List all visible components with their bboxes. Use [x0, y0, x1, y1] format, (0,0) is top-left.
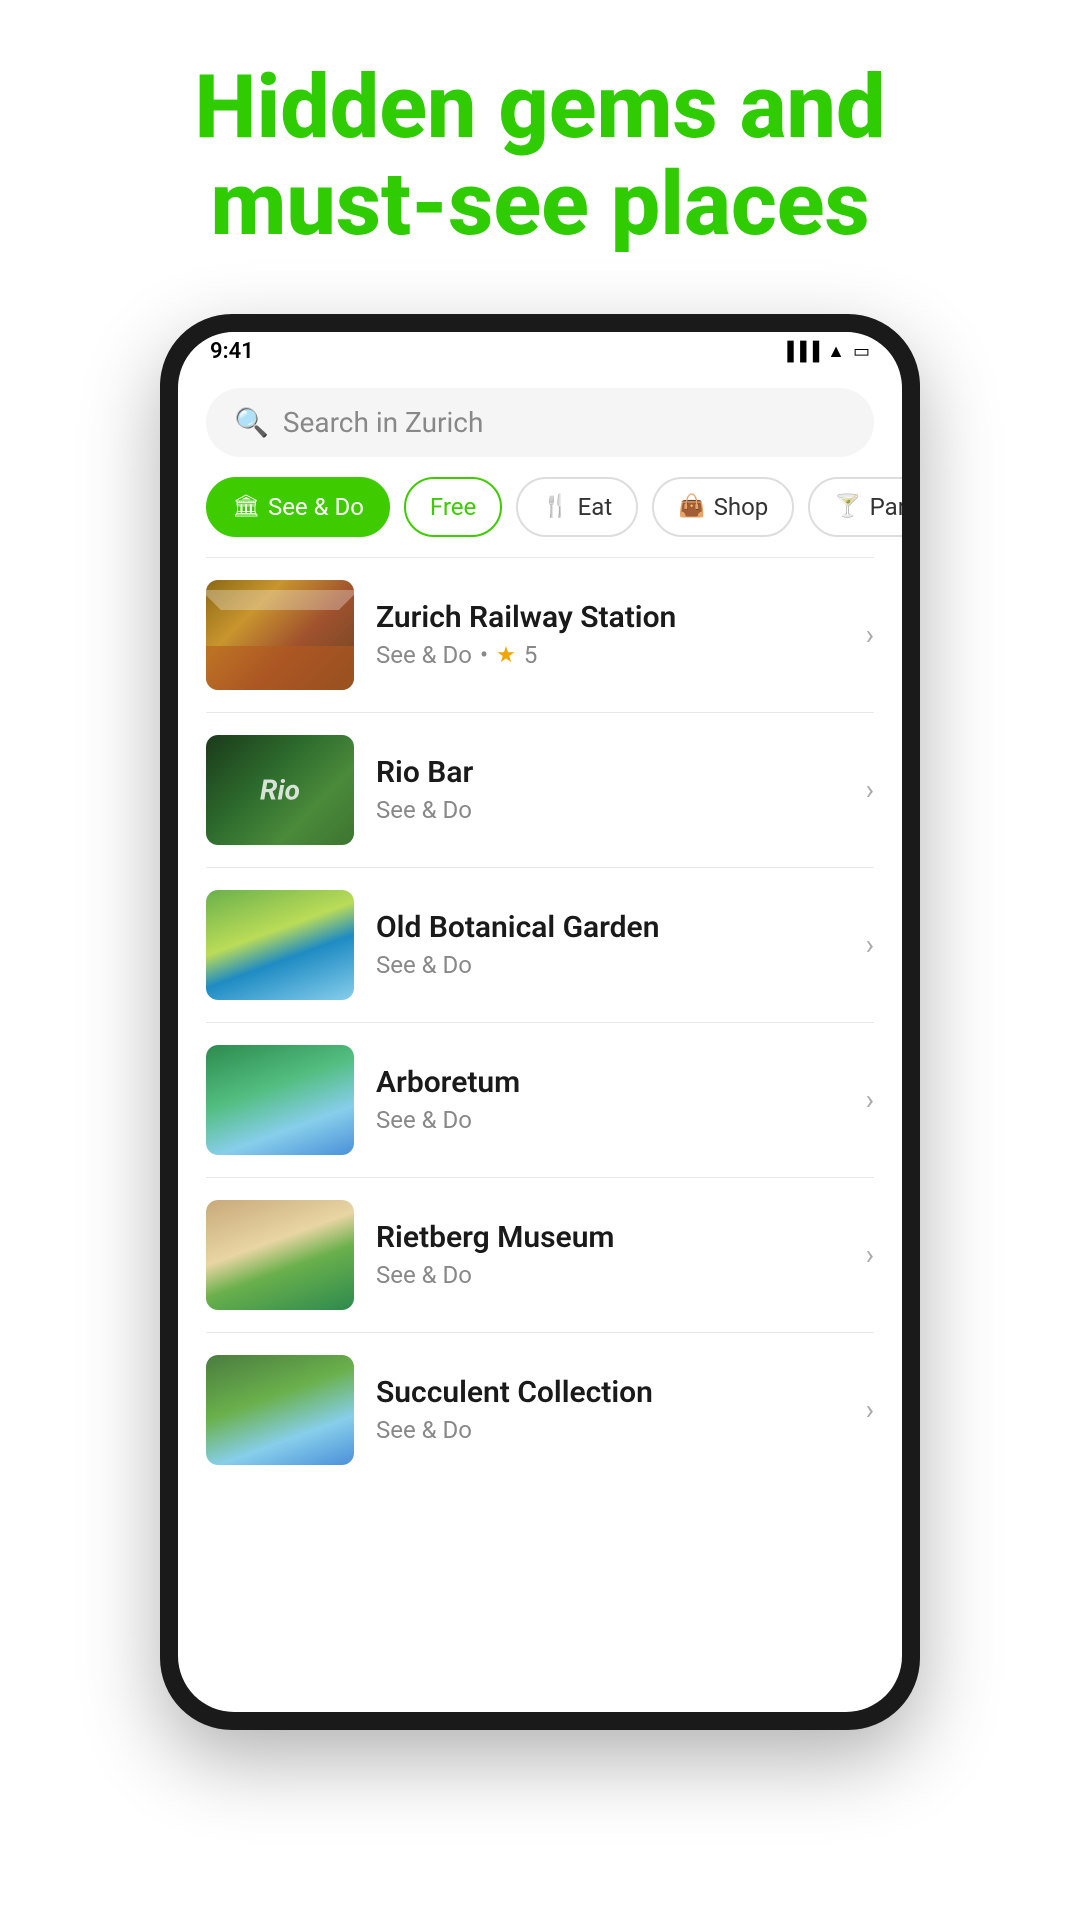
- item-thumbnail-zurich-railway: [206, 580, 354, 690]
- phone-wrapper: 9:41 ▐▐▐ ▲ ▭ 🔍 Search in Zurich 🏛 See &: [0, 294, 1080, 1790]
- filter-tab-see-do-label: See & Do: [268, 493, 364, 521]
- dot-separator: •: [480, 641, 488, 669]
- item-thumbnail-rietberg: [206, 1200, 354, 1310]
- chevron-right-icon: ›: [866, 1393, 874, 1426]
- thumb-image: [206, 580, 354, 690]
- item-rating: 5: [524, 641, 538, 669]
- item-info: Rietberg Museum See & Do: [376, 1220, 836, 1289]
- item-meta: See & Do: [376, 1106, 836, 1134]
- signal-icon: ▐▐▐: [781, 341, 819, 362]
- status-time: 9:41: [210, 339, 254, 364]
- list-item[interactable]: Arboretum See & Do ›: [178, 1023, 902, 1177]
- item-info: Succulent Collection See & Do: [376, 1375, 836, 1444]
- filter-tab-shop-label: Shop: [714, 493, 769, 521]
- list-item[interactable]: Rio Bar See & Do ›: [178, 713, 902, 867]
- item-category: See & Do: [376, 1261, 472, 1289]
- item-name: Zurich Railway Station: [376, 600, 836, 635]
- item-thumbnail-botanical: [206, 890, 354, 1000]
- item-thumbnail-arboretum: [206, 1045, 354, 1155]
- item-info: Arboretum See & Do: [376, 1065, 836, 1134]
- phone-screen: 9:41 ▐▐▐ ▲ ▭ 🔍 Search in Zurich 🏛 See &: [178, 332, 902, 1712]
- list-item[interactable]: Zurich Railway Station See & Do • ★ 5 ›: [178, 558, 902, 712]
- search-bar[interactable]: 🔍 Search in Zurich: [206, 388, 874, 457]
- status-bar: 9:41 ▐▐▐ ▲ ▭: [178, 332, 902, 372]
- thumb-image: [206, 1200, 354, 1310]
- item-name: Rio Bar: [376, 755, 836, 790]
- item-info: Old Botanical Garden See & Do: [376, 910, 836, 979]
- page-title: Hidden gems and must-see places: [80, 60, 1000, 254]
- shop-icon: 👜: [678, 494, 705, 519]
- filter-tab-shop[interactable]: 👜 Shop: [652, 477, 794, 537]
- chevron-right-icon: ›: [866, 928, 874, 961]
- thumb-image: [206, 890, 354, 1000]
- item-meta: See & Do: [376, 951, 836, 979]
- party-icon: 🍸: [834, 494, 861, 519]
- thumb-image: [206, 1045, 354, 1155]
- filter-tab-free-label: Free: [430, 493, 476, 521]
- item-category: See & Do: [376, 796, 472, 824]
- filter-tab-see-do[interactable]: 🏛 See & Do: [206, 477, 390, 537]
- item-info: Zurich Railway Station See & Do • ★ 5: [376, 600, 836, 669]
- item-name: Rietberg Museum: [376, 1220, 836, 1255]
- item-name: Arboretum: [376, 1065, 836, 1100]
- phone-frame: 9:41 ▐▐▐ ▲ ▭ 🔍 Search in Zurich 🏛 See &: [160, 314, 920, 1730]
- filter-tabs: 🏛 See & Do Free 🍴 Eat 👜 Shop 🍸 Party: [178, 477, 902, 557]
- filter-tab-free[interactable]: Free: [404, 477, 502, 537]
- search-icon: 🔍: [234, 406, 269, 439]
- chevron-right-icon: ›: [866, 1083, 874, 1116]
- chevron-right-icon: ›: [866, 773, 874, 806]
- thumb-image: [206, 735, 354, 845]
- item-meta: See & Do: [376, 1416, 836, 1444]
- star-icon: ★: [496, 643, 516, 668]
- list-item[interactable]: Succulent Collection See & Do ›: [178, 1333, 902, 1475]
- item-category: See & Do: [376, 1106, 472, 1134]
- item-thumbnail-succulent: [206, 1355, 354, 1465]
- search-bar-container: 🔍 Search in Zurich: [178, 372, 902, 477]
- item-info: Rio Bar See & Do: [376, 755, 836, 824]
- list-item[interactable]: Old Botanical Garden See & Do ›: [178, 868, 902, 1022]
- chevron-right-icon: ›: [866, 1238, 874, 1271]
- see-do-icon: 🏛: [232, 494, 260, 519]
- chevron-right-icon: ›: [866, 618, 874, 651]
- filter-tab-eat[interactable]: 🍴 Eat: [516, 477, 638, 537]
- item-category: See & Do: [376, 641, 472, 669]
- list-item[interactable]: Rietberg Museum See & Do ›: [178, 1178, 902, 1332]
- eat-icon: 🍴: [542, 494, 569, 519]
- item-meta: See & Do: [376, 1261, 836, 1289]
- item-name: Succulent Collection: [376, 1375, 836, 1410]
- battery-icon: ▭: [853, 341, 870, 362]
- item-name: Old Botanical Garden: [376, 910, 836, 945]
- filter-tab-party-label: Party: [870, 493, 902, 521]
- filter-tab-eat-label: Eat: [578, 493, 613, 521]
- places-list: Zurich Railway Station See & Do • ★ 5 ›: [178, 558, 902, 1475]
- filter-tab-party[interactable]: 🍸 Party: [808, 477, 902, 537]
- page-header: Hidden gems and must-see places: [0, 0, 1080, 294]
- search-input-placeholder[interactable]: Search in Zurich: [283, 406, 484, 439]
- item-category: See & Do: [376, 1416, 472, 1444]
- item-meta: See & Do: [376, 796, 836, 824]
- status-icons: ▐▐▐ ▲ ▭: [781, 341, 870, 362]
- thumb-image: [206, 1355, 354, 1465]
- item-category: See & Do: [376, 951, 472, 979]
- item-thumbnail-rio-bar: [206, 735, 354, 845]
- wifi-icon: ▲: [827, 341, 845, 362]
- item-meta: See & Do • ★ 5: [376, 641, 836, 669]
